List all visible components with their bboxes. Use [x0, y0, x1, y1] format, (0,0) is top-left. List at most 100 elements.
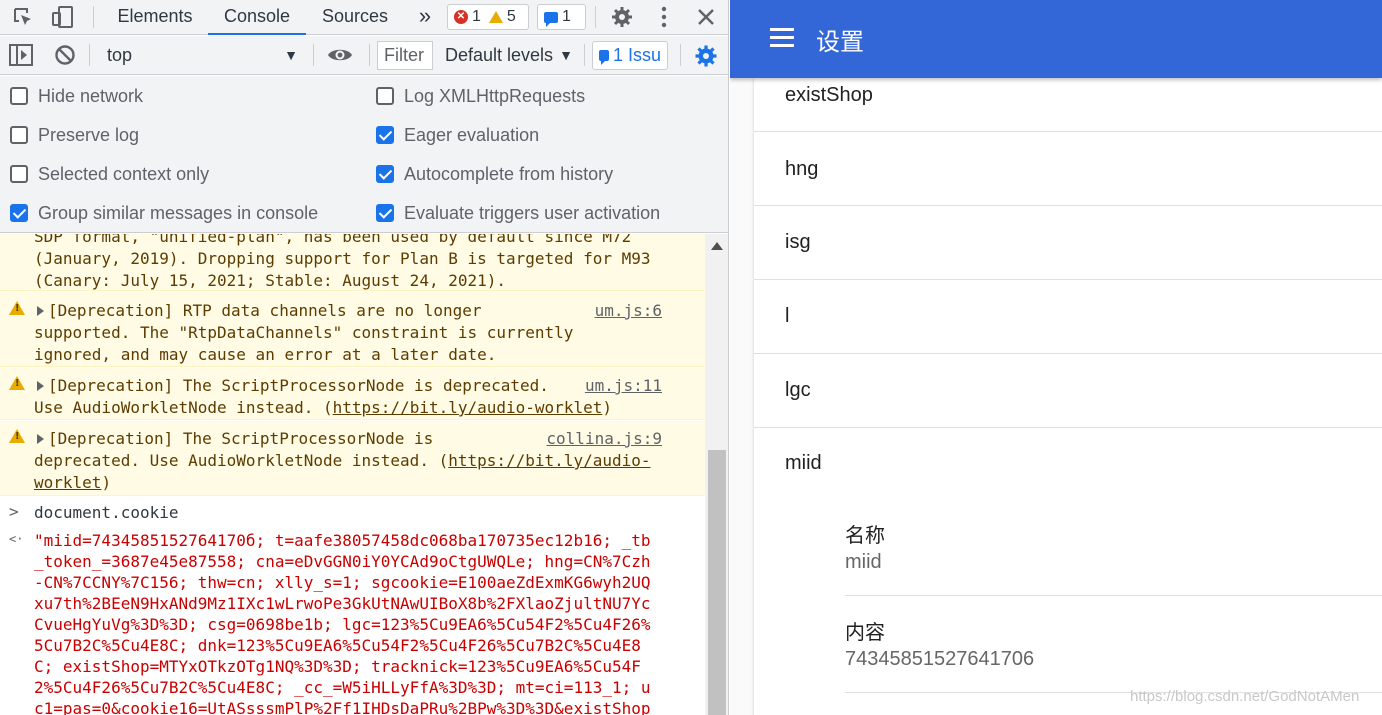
eager-evaluation-option[interactable]: Eager evaluation: [376, 122, 539, 148]
option-label: Hide network: [38, 85, 144, 106]
result-line: _token_=3687e45e87558; cna=eDvGGN0iY0YCA…: [34, 552, 651, 571]
result-line: CvueHgYuVg%3D%3D; csg=0698be1b; lgc=123%…: [34, 615, 651, 634]
list-item[interactable]: lgc: [754, 354, 1382, 428]
console-warning-message[interactable]: [Deprecation] RTP data channels are no l…: [0, 292, 705, 367]
message-line: [Deprecation] The ScriptProcessorNode is: [48, 429, 434, 448]
list-item-label: miid: [785, 452, 822, 474]
command-text: document.cookie: [34, 503, 179, 522]
warning-count: 5: [506, 8, 516, 25]
console-result[interactable]: <· "miid=7434585152764170б; t=aafe380574…: [0, 530, 705, 715]
detail-content-value: 74345851527641706: [845, 648, 1035, 670]
page-title: 设置: [816, 28, 864, 56]
expand-triangle-icon[interactable]: [37, 381, 44, 391]
console-warning-message[interactable]: [Deprecation] The ScriptProcessorNode is…: [0, 368, 705, 420]
scrollbar-thumb[interactable]: [708, 450, 726, 715]
option-label: Group similar messages in console: [38, 202, 319, 223]
levels-label: Default levels: [445, 44, 554, 65]
audio-worklet-link[interactable]: worklet: [34, 473, 101, 492]
error-count: 1: [472, 8, 481, 25]
list-item-label: lgc: [785, 379, 811, 401]
selected-context-option[interactable]: Selected context only: [10, 161, 209, 187]
autocomplete-checkbox[interactable]: [376, 165, 394, 183]
list-item[interactable]: existShop: [754, 78, 1382, 132]
audio-worklet-link[interactable]: https://bit.ly/audio-worklet: [333, 398, 603, 417]
error-warning-counter[interactable]: ✕ 1 5: [447, 4, 529, 30]
option-label: Preserve log: [38, 124, 140, 145]
result-chevron-icon: <·: [9, 532, 24, 546]
divider: [845, 595, 1382, 596]
list-item-label: hng: [785, 158, 819, 180]
option-label: Autocomplete from history: [404, 163, 614, 184]
result-line: C; existShop=MTYxOTkzOTg1NQ%3D%3D; track…: [34, 657, 641, 676]
hide-network-option[interactable]: Hide network: [10, 83, 143, 109]
console-settings-panel: Hide network Preserve log Selected conte…: [0, 76, 728, 233]
message-counter[interactable]: 1: [537, 4, 586, 30]
eager-evaluation-checkbox[interactable]: [376, 126, 394, 144]
message-line: supported. The "RtpDataChannels" constra…: [34, 323, 574, 342]
close-devtools-icon[interactable]: [694, 4, 718, 30]
source-link[interactable]: um.js:6: [560, 300, 662, 322]
log-xhr-option[interactable]: Log XMLHttpRequests: [376, 83, 585, 109]
message-text: Use AudioWorkletNode instead. (: [34, 398, 333, 417]
tab-console[interactable]: Console: [208, 0, 306, 35]
scroll-up-arrow-icon[interactable]: [711, 242, 723, 250]
message-line: [Deprecation] The ScriptProcessorNode is…: [48, 376, 549, 395]
inspect-element-icon[interactable]: [10, 4, 36, 30]
settings-gear-icon[interactable]: [608, 4, 636, 30]
evaluate-triggers-option[interactable]: Evaluate triggers user activation: [376, 200, 660, 226]
devtools-panel: Elements Console Sources » ✕ 1 5 1 top ▼…: [0, 0, 729, 715]
message-line: worklet): [34, 472, 111, 494]
context-selector[interactable]: top ▼: [99, 42, 306, 68]
message-text: ): [602, 398, 612, 417]
sidebar-toggle-icon[interactable]: [8, 43, 34, 67]
filter-input[interactable]: Filter: [377, 41, 433, 70]
list-item-expanded[interactable]: miid 名称 miid 内容 74345851527641706: [754, 428, 1382, 715]
result-line: xu7th%2BEeN9HxANd9Mz1IXc1wLrwoPe3GkUtNAw…: [34, 594, 651, 613]
tab-sources[interactable]: Sources: [310, 0, 400, 35]
selected-context-checkbox[interactable]: [10, 165, 28, 183]
audio-worklet-link[interactable]: https://bit.ly/audio-: [448, 451, 650, 470]
list-item[interactable]: l: [754, 280, 1382, 354]
log-xhr-checkbox[interactable]: [376, 87, 394, 105]
group-similar-option[interactable]: Group similar messages in console: [10, 200, 318, 226]
issues-button[interactable]: 1 Issu: [592, 41, 668, 70]
message-line: deprecated. Use AudioWorkletNode instead…: [34, 450, 651, 472]
evaluate-triggers-checkbox[interactable]: [376, 204, 394, 222]
message-text: deprecated. Use AudioWorkletNode instead…: [34, 451, 449, 470]
expand-triangle-icon[interactable]: [37, 306, 44, 316]
clear-console-icon[interactable]: [52, 43, 78, 67]
console-output[interactable]: SDP format, "unified-plan", has been use…: [0, 234, 705, 715]
console-command[interactable]: > document.cookie: [0, 502, 705, 526]
preserve-log-checkbox[interactable]: [10, 126, 28, 144]
console-toolbar: top ▼ Filter Default levels ▼ 1 Issu: [0, 36, 728, 75]
console-warning-message[interactable]: [Deprecation] The ScriptProcessorNode is…: [0, 421, 705, 496]
log-levels-dropdown[interactable]: Default levels ▼: [445, 42, 573, 68]
issue-icon: [599, 50, 609, 65]
chevron-down-icon: ▼: [559, 47, 573, 63]
warning-icon: [9, 376, 25, 390]
message-line: (Canary: July 15, 2021; Stable: August 2…: [34, 271, 507, 290]
app-bar: 设置: [730, 0, 1382, 78]
device-toolbar-icon[interactable]: [48, 4, 78, 30]
list-item[interactable]: hng: [754, 132, 1382, 206]
more-tabs-button[interactable]: »: [410, 0, 440, 35]
source-link[interactable]: collina.js:9: [540, 428, 662, 450]
live-expression-eye-icon[interactable]: [325, 43, 355, 67]
autocomplete-option[interactable]: Autocomplete from history: [376, 161, 613, 187]
message-line: [Deprecation] RTP data channels are no l…: [48, 301, 482, 320]
hide-network-checkbox[interactable]: [10, 87, 28, 105]
list-item[interactable]: isg: [754, 206, 1382, 280]
console-scrollbar[interactable]: [705, 234, 728, 715]
menu-icon[interactable]: [770, 28, 794, 48]
group-similar-checkbox[interactable]: [10, 204, 28, 222]
context-value: top: [107, 44, 133, 65]
more-options-icon[interactable]: [652, 4, 676, 30]
result-line: 2%5Cu4F26%5Cu7B2C%5Cu4E8C; _cc_=W5iHLLyF…: [34, 678, 651, 697]
preserve-log-option[interactable]: Preserve log: [10, 122, 139, 148]
message-line: SDP format, "unified-plan", has been use…: [34, 234, 632, 246]
option-label: Evaluate triggers user activation: [404, 202, 661, 223]
source-link[interactable]: um.js:11: [560, 375, 662, 397]
tab-elements[interactable]: Elements: [104, 0, 206, 35]
expand-triangle-icon[interactable]: [37, 434, 44, 444]
console-settings-gear-icon[interactable]: [692, 42, 720, 70]
